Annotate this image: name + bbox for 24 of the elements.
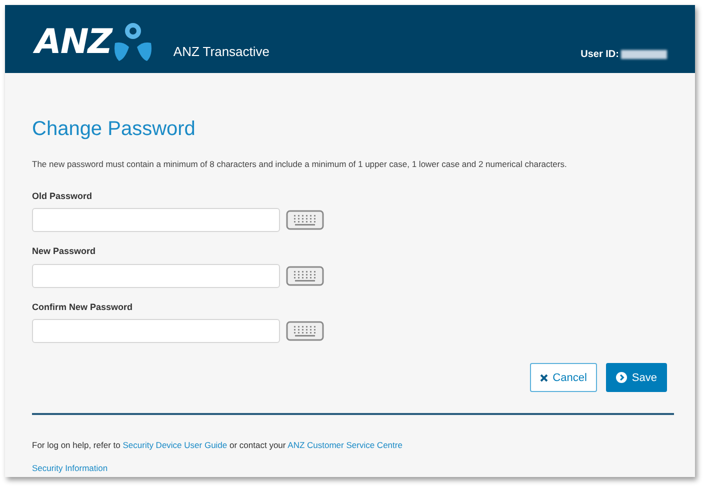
user-id-label: User ID:	[580, 48, 619, 62]
logo-icon	[113, 21, 154, 63]
keyboard-icon[interactable]	[286, 266, 324, 286]
security-information-link[interactable]: Security Information	[32, 462, 108, 475]
close-icon	[540, 374, 548, 382]
field-label: New Password	[32, 245, 97, 258]
password-field[interactable]	[32, 264, 280, 288]
field-label: Confirm New Password	[32, 300, 134, 314]
logo-text: ANZ	[35, 25, 112, 59]
page-title: Change Password	[32, 119, 196, 139]
description: The new password must contain a minimum of 8 characters and include a minimum of 1 upper case, 1 lower case and 2 numerical characters.	[32, 158, 568, 171]
save-button[interactable]: Save	[606, 363, 667, 392]
keyboard-icon[interactable]	[286, 321, 324, 342]
redacted-value	[621, 50, 667, 59]
help-link[interactable]: Security Device User Guide	[122, 440, 228, 450]
help-link[interactable]: ANZ Customer Service Centre	[288, 440, 402, 450]
password-field[interactable]	[32, 319, 280, 344]
field-label: Old Password	[32, 190, 94, 203]
cancel-button[interactable]: Cancel	[530, 363, 597, 392]
chevron-circle-icon	[616, 372, 627, 384]
password-field[interactable]	[32, 208, 280, 232]
help-text: For log on help, refer to Security Device User Guide or contact your ANZ Customer Service Centre	[32, 439, 404, 452]
keyboard-icon[interactable]	[286, 210, 324, 230]
app-name: ANZ Transactive	[173, 42, 270, 60]
